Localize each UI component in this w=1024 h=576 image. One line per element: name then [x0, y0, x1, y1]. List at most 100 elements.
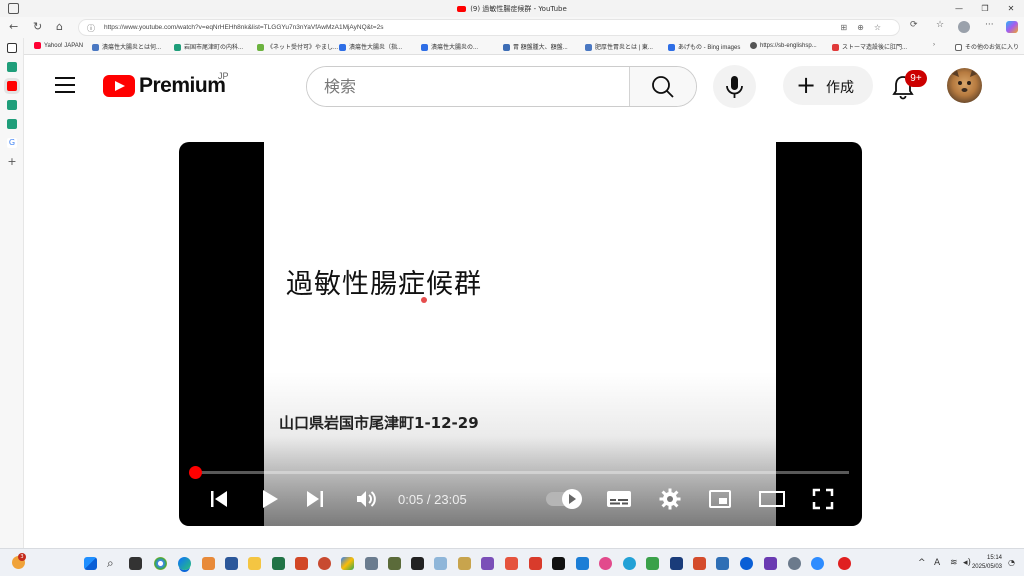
app-icon[interactable] [434, 557, 447, 570]
app-icon[interactable] [505, 557, 518, 570]
app-icon[interactable] [388, 557, 401, 570]
app-icon[interactable] [529, 557, 542, 570]
back-icon[interactable]: ← [9, 20, 18, 33]
wifi-icon[interactable]: ≋ [950, 558, 958, 568]
file-explorer-icon[interactable] [248, 557, 261, 570]
bookmark-item[interactable]: ストーマ造設後に肛門... [832, 42, 907, 51]
address-bar-actions[interactable]: ⊞⊕☆ [840, 23, 891, 32]
bookmark-item[interactable]: 岩国市尾津町の内科... [174, 42, 243, 51]
system-clock[interactable]: 15:14 2025/05/03 [972, 554, 1002, 572]
voice-search-button[interactable] [713, 65, 756, 108]
video-player[interactable]: 過敏性腸症候群 山口県岩国市尾津町1-12-29 0:05 / 23:05 [179, 142, 862, 526]
bookmarks-overflow-icon[interactable]: › [933, 42, 935, 48]
subtitles-icon[interactable] [606, 487, 632, 511]
menu-icon[interactable] [55, 77, 75, 93]
app-icon[interactable] [481, 557, 494, 570]
powerpoint-icon[interactable] [295, 557, 308, 570]
ime-indicator[interactable]: A [934, 558, 940, 568]
app-icon[interactable] [740, 557, 753, 570]
app-icon[interactable] [670, 557, 683, 570]
office-icon[interactable] [318, 557, 331, 570]
bookmark-item[interactable]: 肥厚性胃炎とは | 東... [585, 42, 653, 51]
search-icon[interactable]: ⌕ [107, 557, 120, 570]
youtube-premium-logo[interactable]: Premium JP [103, 71, 229, 98]
other-favorites-folder[interactable]: その他のお気に入り [955, 42, 1019, 51]
restore-icon[interactable]: ❐ [972, 0, 998, 17]
bookmark-favicon-icon [174, 43, 181, 51]
address-bar[interactable]: ⓘ https://www.youtube.com/watch?v=eqNrHE… [78, 19, 900, 36]
search-button[interactable] [629, 67, 696, 106]
progress-bar[interactable] [189, 466, 849, 479]
autoplay-toggle[interactable] [546, 489, 582, 509]
chrome-icon[interactable] [154, 557, 167, 570]
play-icon[interactable] [257, 487, 281, 511]
start-icon[interactable] [84, 557, 97, 570]
bookmark-item[interactable]: 潰瘍性大腸炎の... [421, 42, 478, 51]
task-view-icon[interactable] [129, 557, 142, 570]
bookmark-item[interactable]: https://sb-englishsp... [750, 42, 817, 49]
previous-icon[interactable] [207, 487, 231, 511]
itunes-icon[interactable] [599, 557, 612, 570]
search-box [306, 66, 697, 107]
new-tab-icon[interactable]: + [7, 156, 17, 167]
copilot-icon[interactable] [1006, 21, 1018, 33]
app-icon[interactable] [838, 557, 851, 570]
app-icon[interactable] [552, 557, 565, 570]
minimize-icon[interactable]: — [946, 0, 972, 17]
more-menu-icon[interactable]: ··· [985, 20, 994, 30]
close-icon[interactable]: ✕ [998, 0, 1024, 17]
clipchamp-icon[interactable] [764, 557, 777, 570]
refresh-icon[interactable]: ↻ [33, 20, 42, 33]
extensions-icon[interactable]: ⟳ [910, 20, 918, 30]
browser-title-bar: (9) 過敏性腸症候群 - YouTube — ❐ ✕ [0, 0, 1024, 17]
sidebar-tab-icon[interactable] [7, 119, 17, 129]
tab-actions-icon[interactable] [7, 43, 17, 53]
camera-icon[interactable] [365, 557, 378, 570]
miniplayer-icon[interactable] [708, 487, 732, 511]
youtube-favicon-icon [457, 6, 467, 12]
google-tab-icon[interactable]: G [7, 138, 17, 148]
home-icon[interactable]: ⌂ [56, 20, 63, 33]
settings-gear-icon[interactable] [658, 487, 682, 511]
notifications-icon[interactable]: ◔ [1008, 558, 1015, 567]
bookmark-item[interactable]: 潰瘍性大腸炎とは何... [92, 42, 161, 51]
app-icon[interactable] [646, 557, 659, 570]
site-info-icon[interactable]: ⓘ [87, 23, 95, 34]
avatar[interactable] [947, 68, 982, 103]
next-icon[interactable] [303, 487, 327, 511]
fullscreen-icon[interactable] [811, 487, 835, 511]
edge-icon[interactable] [178, 557, 191, 570]
bookmark-item[interactable]: 胃 額盤腫大、額盤... [503, 42, 568, 51]
volume-icon[interactable] [354, 487, 378, 511]
sidebar-tab-icon[interactable] [7, 62, 17, 72]
theater-mode-icon[interactable] [758, 487, 786, 511]
speaker-icon[interactable]: ◂) [963, 558, 971, 568]
settings-icon[interactable] [788, 557, 801, 570]
terminal-icon[interactable] [411, 557, 424, 570]
app-icon[interactable] [202, 557, 215, 570]
word-icon[interactable] [225, 557, 238, 570]
app-icon[interactable] [716, 557, 729, 570]
favorites-icon[interactable]: ☆ [936, 20, 944, 30]
show-hidden-icons-icon[interactable]: ^ [918, 558, 926, 568]
zoom-icon[interactable] [811, 557, 824, 570]
sidebar-tab-icon[interactable] [7, 100, 17, 110]
bookmarks-bar: Yahoo! JAPAN 潰瘍性大腸炎とは何... 岩国市尾津町の内科... 《… [0, 38, 1024, 55]
address-bar-row: ← ↻ ⌂ ⓘ https://www.youtube.com/watch?v=… [0, 17, 1024, 38]
bookmark-item[interactable]: あげもの - Bing images [668, 42, 740, 51]
notification-count-badge[interactable]: 9+ [905, 70, 927, 87]
app-icon[interactable] [576, 557, 589, 570]
excel-icon[interactable] [272, 557, 285, 570]
bookmark-item[interactable]: Yahoo! JAPAN [34, 42, 83, 49]
profile-icon[interactable] [958, 21, 970, 33]
bookmark-item[interactable]: 潰瘍性大腸炎（指... [339, 42, 402, 51]
search-input[interactable] [307, 67, 630, 106]
youtube-tab-icon[interactable] [7, 81, 17, 91]
drive-icon[interactable] [341, 557, 354, 570]
app-icon[interactable] [693, 557, 706, 570]
create-button[interactable]: + 作成 [783, 66, 873, 105]
url-text[interactable]: https://www.youtube.com/watch?v=eqNrHEHh… [104, 24, 383, 31]
app-icon[interactable] [623, 557, 636, 570]
app-icon[interactable] [458, 557, 471, 570]
bookmark-item[interactable]: 《ネット受付可》やまし... [257, 42, 338, 51]
